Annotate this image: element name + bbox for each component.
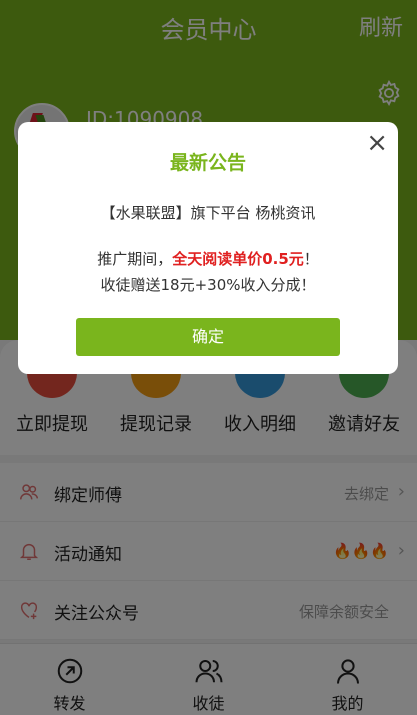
confirm-button[interactable]: 确定 xyxy=(76,318,340,356)
announcement-modal: × 最新公告 【水果联盟】旗下平台 杨桃资讯 推广期间，全天阅读单价0.5元！ … xyxy=(18,122,398,374)
line-2-prefix: 推广期间， xyxy=(97,250,173,268)
price-highlight: 全天阅读单价0.5元 xyxy=(172,250,304,268)
announcement-line-3: 收徒赠送18元+30%收入分成！ xyxy=(100,276,316,294)
announcement-line-2: 推广期间，全天阅读单价0.5元！ xyxy=(18,248,398,269)
announcement-line-1: 【水果联盟】旗下平台 杨桃资讯 xyxy=(100,204,316,222)
line-2-suffix: ！ xyxy=(303,250,319,268)
modal-title: 最新公告 xyxy=(169,152,246,174)
